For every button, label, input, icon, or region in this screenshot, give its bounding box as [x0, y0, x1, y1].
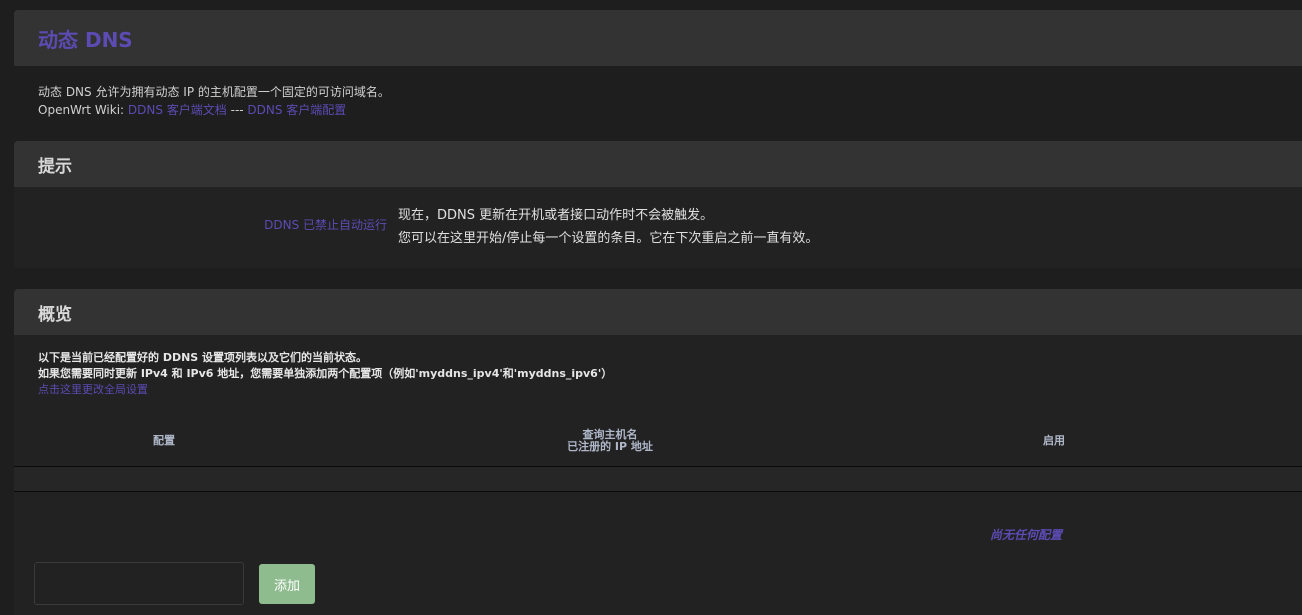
table-row-divider: [14, 491, 1302, 492]
column-enabled: 启用: [1043, 434, 1065, 447]
description-line: 动态 DNS 允许为拥有动态 IP 的主机配置一个固定的可访问域名。: [38, 85, 390, 99]
notice-line-2: 您可以在这里开始/停止每一个设置的条目。它在下次重启之前一直有效。: [398, 231, 819, 246]
column-hostname-line-2: 已注册的 IP 地址: [567, 440, 653, 453]
autostart-disabled-label: DDNS 已禁止自动运行: [264, 218, 387, 232]
overview-desc-line-1: 以下是当前已经配置好的 DDNS 设置项列表以及它们的当前状态。: [38, 351, 368, 364]
wiki-prefix: OpenWrt Wiki:: [38, 103, 128, 117]
ddns-client-config-link[interactable]: DDNS 客户端配置: [247, 103, 346, 117]
notice-line-1: 现在，DDNS 更新在开机或者接口动作时不会被触发。: [398, 208, 714, 223]
page-title-text: 动态 DNS: [38, 27, 133, 52]
overview-description: 以下是当前已经配置好的 DDNS 设置项列表以及它们的当前状态。 如果您需要同时…: [38, 350, 612, 398]
column-config: 配置: [153, 434, 175, 447]
overview-section-header: 概览: [14, 289, 1302, 335]
notice-heading: 提示: [38, 156, 72, 177]
no-config-message: 尚无任何配置: [990, 528, 1063, 542]
global-settings-link[interactable]: 点击这里更改全局设置: [38, 383, 148, 396]
wiki-separator: ---: [226, 103, 248, 117]
overview-heading: 概览: [38, 304, 72, 325]
page-title: 动态 DNS: [14, 10, 1302, 66]
table-row: [14, 467, 1302, 491]
new-config-name-input[interactable]: [34, 562, 244, 605]
page-description: 动态 DNS 允许为拥有动态 IP 的主机配置一个固定的可访问域名。 OpenW…: [38, 83, 390, 119]
ddns-page: 动态 DNS 动态 DNS 允许为拥有动态 IP 的主机配置一个固定的可访问域名…: [0, 0, 1302, 615]
wiki-line: OpenWrt Wiki: DDNS 客户端文档 --- DDNS 客户端配置: [38, 101, 390, 119]
notice-section-header: 提示: [14, 141, 1302, 187]
overview-desc-line-2: 如果您需要同时更新 IPv4 和 IPv6 地址，您需要单独添加两个配置项（例如…: [38, 367, 613, 380]
column-hostname: 查询主机名 已注册的 IP 地址: [510, 429, 710, 453]
notice-text: 现在，DDNS 更新在开机或者接口动作时不会被触发。 您可以在这里开始/停止每一…: [398, 204, 818, 250]
add-button[interactable]: 添加: [259, 564, 315, 604]
ddns-client-docs-link[interactable]: DDNS 客户端文档: [128, 103, 227, 117]
